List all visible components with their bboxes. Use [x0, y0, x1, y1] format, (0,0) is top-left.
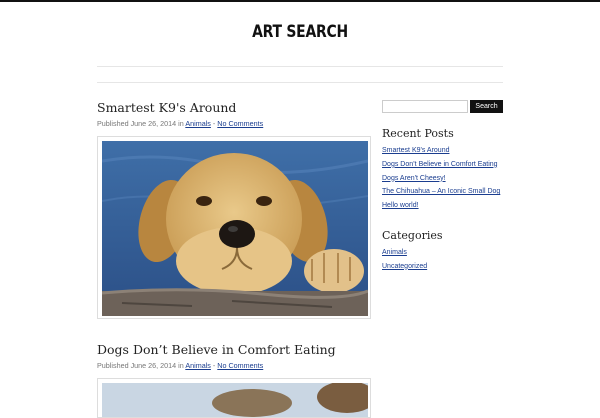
post-title-2[interactable]: Dogs Don’t Believe in Comfort Eating	[97, 342, 336, 357]
dog-photo-image	[102, 383, 368, 417]
search-input[interactable]	[382, 100, 468, 113]
categories-list: Animals Uncategorized	[382, 248, 427, 276]
post-title-1[interactable]: Smartest K9's Around	[97, 100, 236, 115]
search-button[interactable]: Search	[470, 100, 503, 113]
list-item: Animals	[382, 248, 427, 262]
list-item: Smartest K9's Around	[382, 146, 500, 160]
post-comments-link[interactable]: No Comments	[217, 361, 263, 370]
post-meta-1: Published June 26, 2014 in Animals - No …	[97, 119, 263, 128]
list-item: Uncategorized	[382, 262, 427, 276]
list-item: The Chihuahua – An Iconic Small Dog	[382, 187, 500, 201]
nav-divider	[97, 82, 503, 83]
recent-post-link[interactable]: Smartest K9's Around	[382, 147, 449, 154]
recent-post-link[interactable]: Dogs Don’t Believe in Comfort Eating	[382, 161, 498, 168]
recent-post-link[interactable]: The Chihuahua – An Iconic Small Dog	[382, 188, 500, 195]
recent-post-link[interactable]: Hello world!	[382, 202, 419, 209]
post-date: Published June 26, 2014 in	[97, 361, 186, 370]
list-item: Dogs Don’t Believe in Comfort Eating	[382, 160, 500, 174]
recent-posts-heading: Recent Posts	[382, 127, 454, 140]
category-link[interactable]: Uncategorized	[382, 263, 427, 270]
post-comments-link[interactable]: No Comments	[217, 119, 263, 128]
post-image-frame-1[interactable]	[97, 136, 371, 319]
recent-post-link[interactable]: Dogs Aren't Cheesy!	[382, 175, 446, 182]
dog-photo-image	[102, 141, 368, 316]
category-link[interactable]: Animals	[382, 249, 407, 256]
recent-posts-list: Smartest K9's Around Dogs Don’t Believe …	[382, 146, 500, 215]
categories-heading: Categories	[382, 229, 443, 242]
site-title[interactable]: ART SEARCH	[54, 22, 546, 42]
post-meta-2: Published June 26, 2014 in Animals - No …	[97, 361, 263, 370]
header-divider	[97, 66, 503, 67]
post-category-link[interactable]: Animals	[185, 119, 211, 128]
post-date: Published June 26, 2014 in	[97, 119, 186, 128]
list-item: Dogs Aren't Cheesy!	[382, 174, 500, 188]
post-image-frame-2[interactable]	[97, 378, 371, 418]
post-category-link[interactable]: Animals	[185, 361, 211, 370]
top-border	[0, 0, 600, 2]
list-item: Hello world!	[382, 201, 500, 215]
